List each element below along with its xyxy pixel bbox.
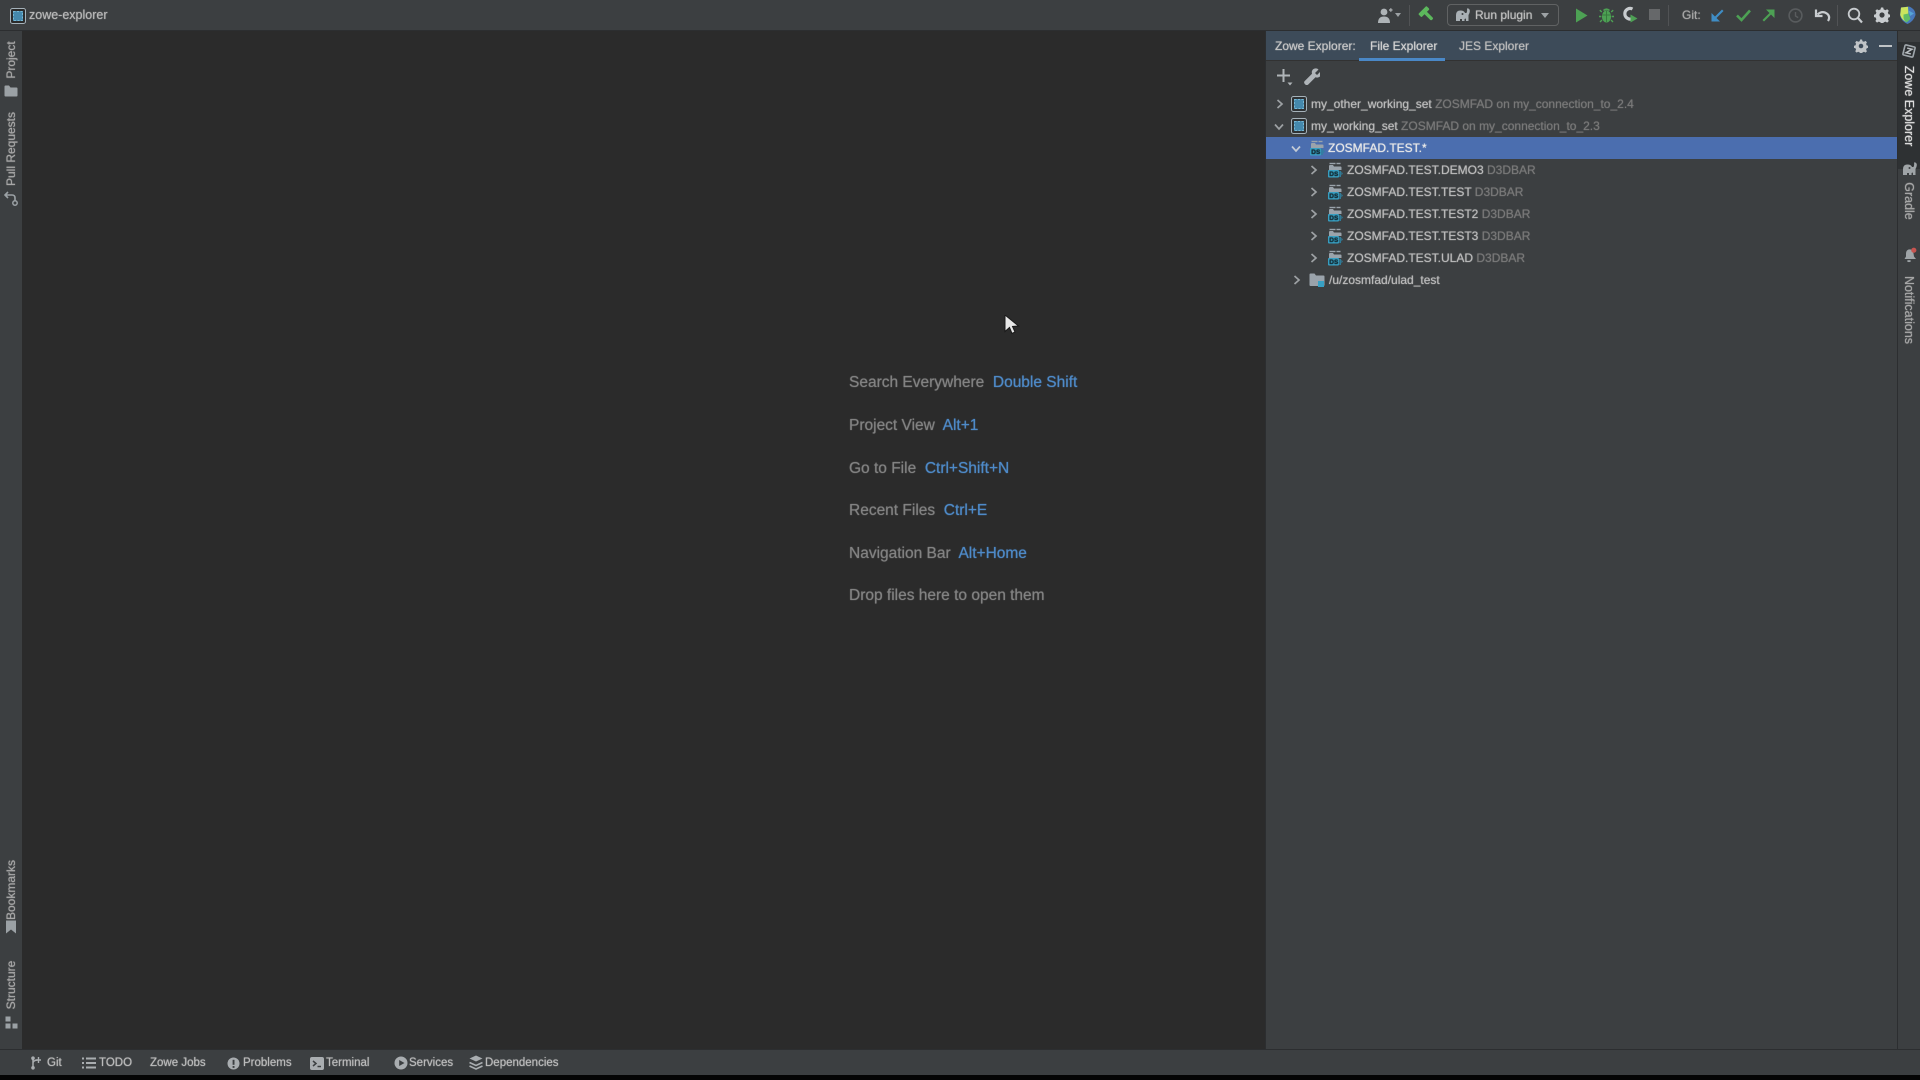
svg-text:DS: DS — [1329, 259, 1339, 266]
svg-text:DS: DS — [1311, 149, 1321, 156]
svg-text:DS: DS — [1329, 237, 1339, 244]
svg-text:DS: DS — [1329, 171, 1339, 178]
svg-text:DS: DS — [1329, 193, 1339, 200]
svg-text:DS: DS — [1329, 215, 1339, 222]
